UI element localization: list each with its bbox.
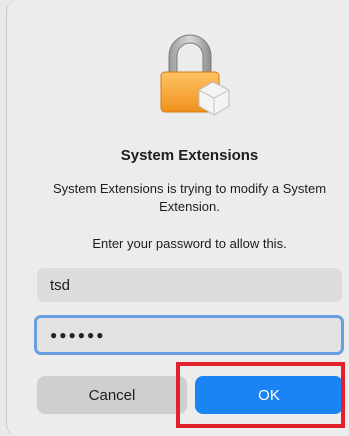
password-mask: ●●●●●● xyxy=(50,328,106,342)
password-prompt: Enter your password to allow this. xyxy=(92,236,287,251)
auth-dialog: System Extensions System Extensions is t… xyxy=(6,0,349,436)
username-field[interactable]: tsd xyxy=(37,268,342,302)
password-field[interactable]: ●●●●●● xyxy=(34,315,344,355)
lock-icon xyxy=(160,34,230,116)
cancel-button[interactable]: Cancel xyxy=(37,376,187,414)
ok-button[interactable]: OK xyxy=(195,376,343,414)
username-value: tsd xyxy=(50,276,71,294)
ok-button-label: OK xyxy=(258,386,280,404)
dialog-message: System Extensions is trying to modify a … xyxy=(52,181,327,214)
cancel-button-label: Cancel xyxy=(88,386,136,404)
dialog-title: System Extensions xyxy=(120,147,259,164)
